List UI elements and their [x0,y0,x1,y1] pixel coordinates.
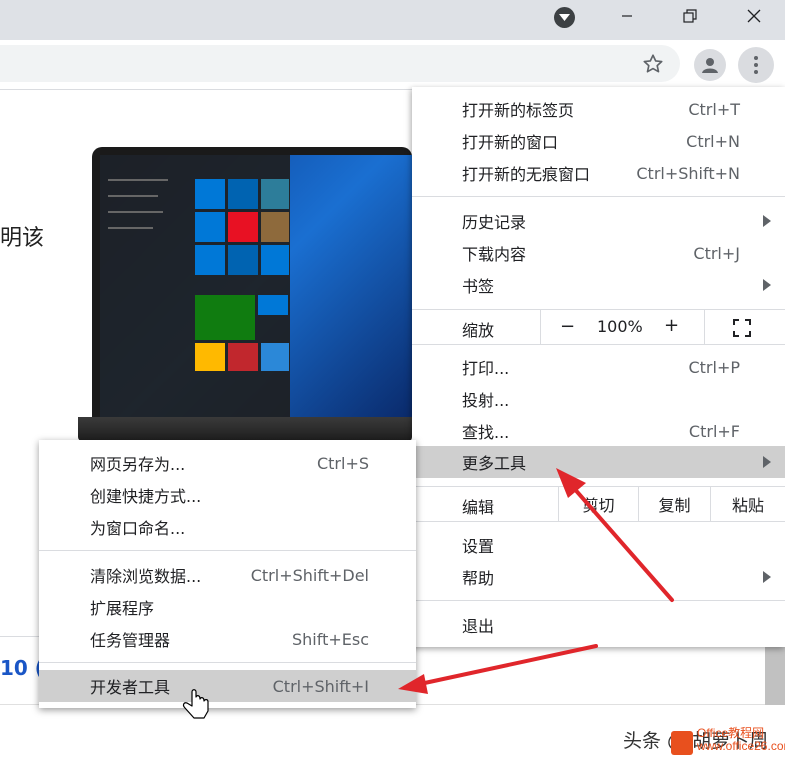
submenu-item-create-shortcut[interactable]: 创建快捷方式... [39,479,416,511]
laptop-image [78,147,412,447]
page-link-fragment[interactable]: 10 ( [0,656,44,680]
address-bar[interactable] [0,45,680,82]
watermark-site-url: www.office26.com [697,739,785,753]
menu-item-label: 打印... [462,359,510,378]
menu-separator [412,196,785,197]
menu-item-label: 查找... [462,423,510,442]
scrollbar-thumb[interactable] [765,645,785,705]
menu-separator [412,600,785,601]
zoom-in-button[interactable]: + [664,315,679,336]
zoom-level: 100% [597,317,643,336]
menu-separator [39,550,416,551]
fullscreen-icon [733,319,751,337]
title-bar [0,0,785,40]
menu-item-label: 清除浏览数据... [90,567,202,586]
close-window-button[interactable] [731,0,777,32]
menu-item-shortcut: Ctrl+T [688,99,740,119]
submenu-item-name-window[interactable]: 为窗口命名... [39,511,416,543]
menu-item-label: 创建快捷方式... [90,487,202,506]
minimize-icon [622,15,632,17]
chevron-right-icon [763,215,771,227]
cut-label: 剪切 [582,496,615,515]
fullscreen-button[interactable] [704,310,785,344]
menu-item-shortcut: Ctrl+N [686,131,740,151]
chevron-right-icon [763,571,771,583]
paste-button[interactable]: 粘贴 [710,487,785,521]
submenu-item-clear-data[interactable]: 清除浏览数据... Ctrl+Shift+Del [39,559,416,591]
menu-item-label: 下载内容 [462,245,527,264]
edit-row: 编辑 剪切 复制 粘贴 [412,487,785,521]
menu-item-shortcut: Ctrl+S [316,453,369,473]
menu-item-shortcut: Ctrl+J [693,243,740,263]
download-arrow-icon[interactable] [554,7,575,28]
star-icon[interactable] [640,51,666,77]
menu-item-label: 退出 [462,617,495,636]
menu-item-label: 打开新的窗口 [462,133,559,152]
menu-item-shortcut: Ctrl+P [688,357,740,377]
menu-item-label: 投射... [462,391,510,410]
menu-item-shortcut: Ctrl+Shift+I [272,676,369,696]
office-logo-icon [671,731,693,755]
chevron-right-icon [763,279,771,291]
menu-item-shortcut: Ctrl+F [688,421,740,441]
menu-item-label: 打开新的标签页 [462,101,575,120]
menu-item-label: 网页另存为... [90,455,186,474]
menu-item-new-tab[interactable]: 打开新的标签页 Ctrl+T [412,93,785,125]
menu-item-bookmarks[interactable]: 书签 [412,269,785,301]
restore-icon [683,9,697,23]
submenu-item-devtools[interactable]: 开发者工具 Ctrl+Shift+I [39,670,416,702]
menu-item-shortcut: Ctrl+Shift+N [636,163,740,183]
submenu-item-task-manager[interactable]: 任务管理器 Shift+Esc [39,623,416,655]
menu-item-label: 扩展程序 [90,599,155,618]
copy-button[interactable]: 复制 [638,487,710,521]
menu-item-settings[interactable]: 设置 [412,529,785,561]
menu-item-label: 书签 [462,277,495,296]
close-icon [747,9,761,23]
menu-item-more-tools[interactable]: 更多工具 [412,446,785,478]
menu-item-label: 缩放 [462,321,495,340]
menu-item-label: 更多工具 [462,454,527,473]
menu-separator [412,344,785,345]
menu-item-shortcut: Shift+Esc [291,629,369,649]
menu-item-label: 帮助 [462,569,495,588]
menu-item-label: 为窗口命名... [90,519,186,538]
zoom-out-button[interactable]: − [560,316,575,337]
chevron-right-icon [763,456,771,468]
menu-item-history[interactable]: 历史记录 [412,205,785,237]
menu-item-downloads[interactable]: 下载内容 Ctrl+J [412,237,785,269]
more-tools-submenu: 网页另存为... Ctrl+S 创建快捷方式... 为窗口命名... 清除浏览数… [39,440,416,708]
menu-item-find[interactable]: 查找... Ctrl+F [412,415,785,447]
menu-separator [412,521,785,522]
menu-item-label: 打开新的无痕窗口 [462,165,591,184]
menu-item-new-incognito[interactable]: 打开新的无痕窗口 Ctrl+Shift+N [412,157,785,189]
profile-icon[interactable] [694,49,726,81]
menu-item-label: 设置 [462,537,495,556]
annotation-arrow [398,644,598,694]
chrome-main-menu: 打开新的标签页 Ctrl+T 打开新的窗口 Ctrl+N 打开新的无痕窗口 Ct… [412,87,785,647]
restore-button[interactable] [667,0,713,32]
submenu-item-save-page[interactable]: 网页另存为... Ctrl+S [39,447,416,479]
cut-button[interactable]: 剪切 [558,487,638,521]
menu-item-help[interactable]: 帮助 [412,561,785,593]
watermark-site: Office教程网 www.office26.com [697,727,785,753]
toolbar [0,40,785,90]
menu-item-label: 开发者工具 [90,678,171,697]
submenu-item-extensions[interactable]: 扩展程序 [39,591,416,623]
minimize-button[interactable] [604,0,650,32]
menu-item-label: 任务管理器 [90,631,171,650]
menu-item-print[interactable]: 打印... Ctrl+P [412,351,785,383]
copy-label: 复制 [658,496,691,515]
menu-item-new-window[interactable]: 打开新的窗口 Ctrl+N [412,125,785,157]
page-text-fragment: 明该 [0,226,45,251]
paste-label: 粘贴 [731,496,764,515]
menu-item-shortcut: Ctrl+Shift+Del [250,565,369,585]
zoom-row: 缩放 − 100% + [412,310,785,344]
menu-item-cast[interactable]: 投射... [412,383,785,415]
menu-item-label: 编辑 [462,498,495,517]
kebab-menu-icon[interactable] [738,47,774,83]
menu-item-label: 历史记录 [462,213,527,232]
menu-item-exit[interactable]: 退出 [412,609,785,641]
menu-separator [39,662,416,663]
